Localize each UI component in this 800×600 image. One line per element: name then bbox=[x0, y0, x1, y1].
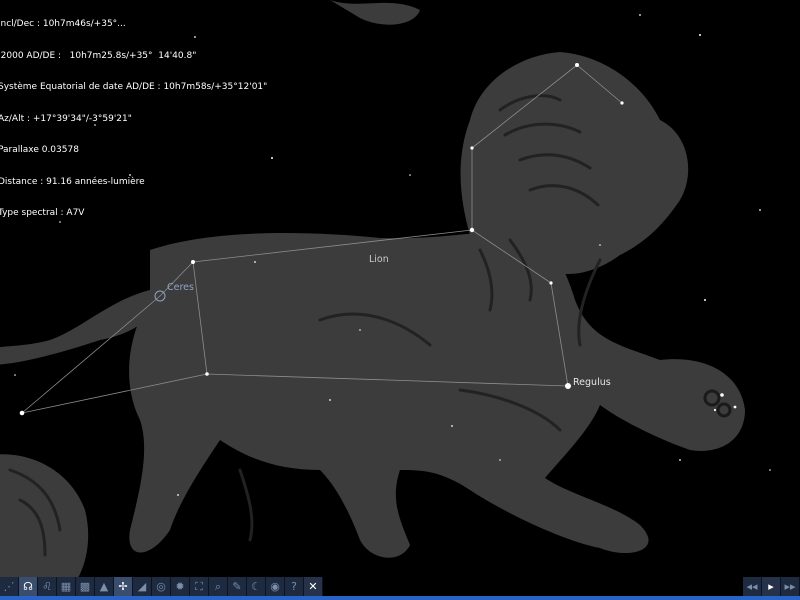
planet-labels-icon: ✹ bbox=[175, 580, 185, 593]
config-button[interactable]: ✎ bbox=[228, 577, 247, 596]
ground-icon: ▲ bbox=[99, 580, 109, 593]
time-toolbar: ◂◂ ▸ ▸▸ bbox=[743, 577, 800, 596]
cardinal-points-button[interactable]: ✢ bbox=[114, 577, 133, 596]
atmosphere-button[interactable]: ◢ bbox=[133, 577, 152, 596]
equatorial-grid-icon: ▦ bbox=[60, 580, 72, 593]
nebulae-button[interactable]: ◎ bbox=[152, 577, 171, 596]
info-line: Système Equatorial de date AD/DE : 10h7m… bbox=[0, 82, 268, 92]
help-button[interactable]: ? bbox=[285, 577, 304, 596]
constellation-label-leo: Lion bbox=[369, 254, 389, 265]
play-icon: ▸ bbox=[768, 580, 774, 593]
info-line: Distance : 91.16 années-lumière bbox=[0, 176, 145, 187]
nebulae-icon: ◎ bbox=[156, 580, 166, 593]
ground-button[interactable]: ▲ bbox=[95, 577, 114, 596]
night-mode-icon: ☾ bbox=[251, 580, 261, 593]
equatorial-mount-button[interactable]: ⛶ bbox=[190, 577, 209, 596]
search-button[interactable]: ⌕ bbox=[209, 577, 228, 596]
cardinal-points-icon: ✢ bbox=[118, 580, 128, 593]
equatorial-mount-icon: ⛶ bbox=[195, 579, 203, 593]
info-line: Type spectral : A7V bbox=[0, 208, 85, 218]
night-mode-button[interactable]: ☾ bbox=[247, 577, 266, 596]
info-line: Parallaxe 0.03578 bbox=[0, 145, 79, 155]
constellation-art-icon: ♌ bbox=[42, 580, 52, 593]
constellation-labels-button[interactable]: ☊ bbox=[19, 577, 38, 596]
fullscreen-icon: ◉ bbox=[270, 580, 280, 593]
planet-label-ceres: Ceres bbox=[167, 282, 194, 293]
info-line: incl/Dec : 10h7m46s/+35°... bbox=[0, 19, 126, 29]
azimuthal-grid-button[interactable]: ▩ bbox=[76, 577, 95, 596]
planet-labels-button[interactable]: ✹ bbox=[171, 577, 190, 596]
rewind-icon: ◂◂ bbox=[746, 580, 758, 593]
object-info-panel: incl/Dec : 10h7m46s/+35°... J2000 AD/DE … bbox=[0, 0, 267, 229]
constellation-labels-icon: ☊ bbox=[23, 580, 33, 593]
star-label-regulus: Regulus bbox=[573, 377, 611, 388]
fast-forward-icon: ▸▸ bbox=[784, 580, 796, 593]
constellation-lines-button[interactable]: ⋰ bbox=[0, 577, 19, 596]
equatorial-grid-button[interactable]: ▦ bbox=[57, 577, 76, 596]
azimuthal-grid-icon: ▩ bbox=[79, 580, 91, 593]
atmosphere-icon: ◢ bbox=[137, 580, 147, 593]
help-icon: ? bbox=[291, 580, 297, 593]
config-icon: ✎ bbox=[232, 580, 242, 593]
main-toolbar: ⋰ ☊ ♌ ▦ ▩ ▲ ✢ ◢ ◎ ✹ ⛶ ⌕ ✎ ☾ ◉ ? ✕ bbox=[0, 577, 323, 596]
fast-forward-button[interactable]: ▸▸ bbox=[781, 577, 800, 596]
constellation-art-button[interactable]: ♌ bbox=[38, 577, 57, 596]
fullscreen-button[interactable]: ◉ bbox=[266, 577, 285, 596]
play-button[interactable]: ▸ bbox=[762, 577, 781, 596]
info-line: Az/Alt : +17°39'34"/-3°59'21" bbox=[0, 113, 132, 124]
constellation-lines-icon: ⋰ bbox=[3, 580, 15, 593]
close-icon: ✕ bbox=[308, 580, 318, 593]
info-line: J2000 AD/DE : 10h7m25.8s/+35° 14'40.8" bbox=[0, 50, 197, 61]
taskbar-strip bbox=[0, 596, 800, 600]
rewind-button[interactable]: ◂◂ bbox=[743, 577, 762, 596]
quit-button[interactable]: ✕ bbox=[304, 577, 323, 596]
search-icon: ⌕ bbox=[214, 579, 222, 593]
